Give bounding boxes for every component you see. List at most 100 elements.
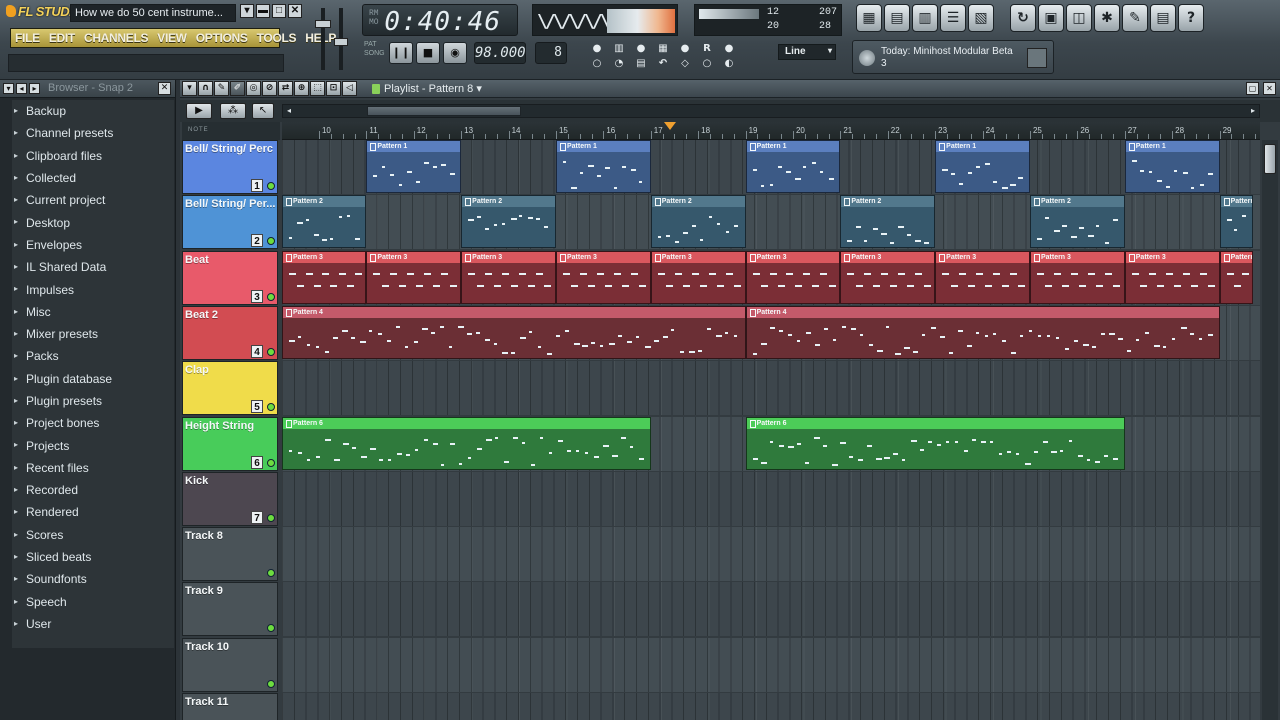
pattern-clip[interactable]: Pattern (1219, 195, 1253, 249)
playlist-title[interactable]: Playlist - Pattern 8 ▾ (370, 81, 482, 97)
tools-button[interactable]: ⁂ (220, 103, 246, 119)
pattern-clip[interactable]: Pattern 1 (745, 140, 841, 193)
record-button[interactable]: ◉ (443, 42, 467, 64)
pattern-clip[interactable]: Pattern 2 (650, 195, 746, 249)
piano-roll-icon[interactable]: ▦ (856, 4, 882, 32)
maximize-button[interactable]: □ (272, 4, 286, 18)
browser-item[interactable]: ▸ Scores (12, 524, 174, 546)
step-sequencer-icon[interactable]: ▧ (968, 4, 994, 32)
browser-item[interactable]: ▸ Packs (12, 345, 174, 367)
browser-menu-icon[interactable]: ▾ (3, 83, 14, 94)
countdown-icon[interactable]: ● (632, 42, 650, 55)
track-mute-led[interactable] (267, 347, 275, 356)
scroll-thumb[interactable] (367, 106, 521, 116)
timeline-ruler[interactable]: 10 11 12 13 14 15 16 17 18 19 20 21 22 23 24 25 26 27 28 29 (282, 122, 1260, 140)
browser-item[interactable]: ▸ Envelopes (12, 234, 174, 256)
browser-item[interactable]: ▸ Plugin database (12, 368, 174, 390)
pattern-clip[interactable]: Pattern 2 (1029, 195, 1125, 249)
playback-icon[interactable]: ◁ (342, 81, 357, 96)
menu-edit[interactable]: EDIT (49, 31, 75, 45)
slip-icon[interactable]: ⇄ (278, 81, 293, 96)
paint-icon[interactable]: ✐ (230, 81, 245, 96)
menu-view[interactable]: VIEW (157, 31, 187, 45)
browser-item[interactable]: ▸ Clipboard files (12, 145, 174, 167)
pattern-clip[interactable]: Pattern 4 (745, 305, 1220, 359)
browser-item[interactable]: ▸ Misc (12, 301, 174, 323)
track-lane[interactable] (282, 637, 1260, 692)
expand-icon[interactable]: ▸ (29, 83, 40, 94)
browser-close-button[interactable]: ✕ (158, 82, 171, 95)
help-icon[interactable]: ? (1178, 4, 1204, 32)
pattern-clip[interactable]: Pattern 3 (935, 250, 1030, 304)
master-pitch-slider[interactable] (334, 6, 348, 72)
track-header[interactable]: Beat 3 (182, 250, 278, 305)
menu-channels[interactable]: CHANNELS (84, 31, 149, 45)
pattern-clip[interactable]: Pattern 6 (282, 416, 651, 470)
notes-icon[interactable]: ▤ (1150, 4, 1176, 32)
mute-icon[interactable]: ⊘ (262, 81, 277, 96)
pattern-clip[interactable]: Pattern (1219, 250, 1253, 304)
track-header[interactable]: Track 11 (182, 693, 278, 720)
playhead-marker[interactable] (663, 122, 676, 130)
overdub-icon[interactable]: ▤ (632, 57, 650, 70)
scroll-right-icon[interactable]: ▸ (1247, 105, 1259, 117)
track-mute-led[interactable] (267, 182, 275, 190)
news-panel[interactable]: Today: Minihost Modular Beta 3 (852, 40, 1054, 74)
browser-item[interactable]: ▸ Soundfonts (12, 568, 174, 590)
record-mode-icon[interactable]: R (698, 42, 716, 55)
pattern-clip[interactable]: Pattern 1 (935, 140, 1030, 193)
track-mute-led[interactable] (267, 237, 275, 246)
browser-item[interactable]: ▸ Rendered (12, 501, 174, 523)
pattern-clip[interactable]: Pattern 3 (745, 250, 841, 304)
pause-button[interactable]: ❙❙ (389, 42, 413, 64)
zoom-icon[interactable]: ⊡ (326, 81, 341, 96)
browser-item[interactable]: ▸ Collected (12, 167, 174, 189)
track-lane[interactable] (282, 361, 1260, 416)
pattern-clip[interactable]: Pattern 2 (282, 195, 367, 249)
track-mute-led[interactable] (267, 458, 275, 467)
browser-item[interactable]: ▸ User (12, 613, 174, 635)
browser-item[interactable]: ▸ Speech (12, 591, 174, 613)
browser-item[interactable]: ▸ Plugin presets (12, 390, 174, 412)
browser-item[interactable]: ▸ Project bones (12, 412, 174, 434)
browser-item[interactable]: ▸ Impulses (12, 278, 174, 300)
pattern-clip[interactable]: Pattern 4 (282, 305, 746, 359)
settings-icon[interactable]: ✱ (1094, 4, 1120, 32)
wait-input-icon[interactable]: ● (676, 42, 694, 55)
slice-icon[interactable]: ⊕ (294, 81, 309, 96)
pattern-clip[interactable]: Pattern 2 (840, 195, 936, 249)
pattern-clip[interactable]: Pattern 3 (461, 250, 556, 304)
pattern-clip[interactable]: Pattern 1 (555, 140, 651, 193)
menu-arrow-button[interactable]: ▾ (240, 4, 254, 18)
pattern-clip[interactable]: Pattern 1 (366, 140, 462, 193)
track-lane[interactable] (282, 471, 1260, 526)
pattern-clip[interactable]: Pattern 6 (745, 416, 1125, 470)
menu-tools[interactable]: TOOLS (257, 31, 297, 45)
pattern-clip[interactable]: Pattern 3 (366, 250, 462, 304)
browser-item[interactable]: ▸ Sliced beats (12, 546, 174, 568)
track-header[interactable]: Track 10 (182, 637, 278, 692)
track-mute-led[interactable] (267, 624, 275, 633)
vertical-scroll-thumb[interactable] (1264, 144, 1276, 174)
pointer-button[interactable]: ↖ (252, 103, 274, 119)
export-icon[interactable]: ◫ (1066, 4, 1092, 32)
browser-item[interactable]: ▸ Backup (12, 100, 174, 122)
pattern-clip[interactable]: Pattern 3 (650, 250, 746, 304)
track-lane[interactable]: Pattern 6 Pattern 6 (282, 416, 1260, 471)
stop-button[interactable]: ■ (416, 42, 440, 64)
scroll-left-icon[interactable]: ◂ (283, 105, 295, 117)
track-mute-led[interactable] (267, 403, 275, 412)
detach-button[interactable]: ▢ (1246, 82, 1259, 95)
pattern-clip[interactable]: Pattern 3 (1124, 250, 1220, 304)
menu-file[interactable]: FILE (15, 31, 40, 45)
save-icon[interactable]: ▣ (1038, 4, 1064, 32)
track-lane[interactable]: Pattern 1 Pattern 1 Pattern 1 Pattern 1 Patt… (282, 140, 1260, 194)
track-mute-led[interactable] (267, 679, 275, 688)
midi-icon[interactable]: ◐ (720, 57, 738, 70)
track-mute-led[interactable] (267, 569, 275, 578)
pattern-clip[interactable]: Pattern 2 (461, 195, 556, 249)
playlist-icon[interactable]: ☰ (940, 4, 966, 32)
tempo-field[interactable]: 98.000 (474, 42, 526, 64)
mixer-icon[interactable]: ▥ (912, 4, 938, 32)
wrench-icon[interactable]: ✎ (1122, 4, 1148, 32)
